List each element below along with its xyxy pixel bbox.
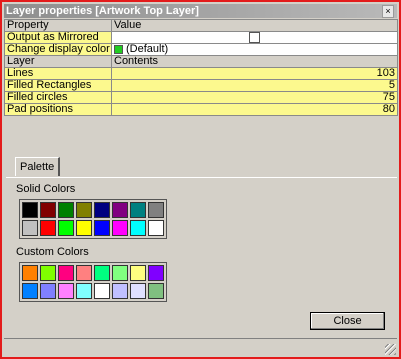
- output-mirrored-checkbox[interactable]: [249, 32, 260, 43]
- custom-color-swatch[interactable]: [130, 265, 146, 281]
- custom-color-swatch[interactable]: [76, 265, 92, 281]
- layer-row-filled-circles[interactable]: Filled circles 75: [4, 91, 398, 105]
- solid-color-swatch[interactable]: [112, 202, 128, 218]
- layer-row-count: 80: [111, 103, 398, 117]
- custom-color-swatch[interactable]: [94, 265, 110, 281]
- custom-color-swatch[interactable]: [22, 265, 38, 281]
- custom-color-swatch[interactable]: [112, 265, 128, 281]
- layer-column-header: Layer: [4, 55, 112, 69]
- custom-color-swatch[interactable]: [58, 283, 74, 299]
- display-color-label: Change display color: [4, 43, 112, 57]
- layer-row-count: 5: [111, 79, 398, 93]
- output-mirrored-row[interactable]: Output as Mirrored: [4, 30, 398, 45]
- custom-color-swatch[interactable]: [40, 283, 56, 299]
- custom-color-swatch[interactable]: [148, 283, 164, 299]
- layer-row-count: 103: [111, 67, 398, 81]
- custom-colors-grid: [19, 262, 167, 302]
- output-mirrored-value[interactable]: [111, 30, 398, 45]
- tab-divider: [6, 177, 397, 178]
- close-icon[interactable]: ×: [382, 5, 394, 18]
- custom-color-swatch[interactable]: [148, 265, 164, 281]
- custom-color-swatch[interactable]: [94, 283, 110, 299]
- layer-header-row: Layer Contents: [4, 55, 398, 69]
- solid-color-swatch[interactable]: [94, 220, 110, 236]
- output-mirrored-label: Output as Mirrored: [4, 30, 112, 45]
- layer-row-count: 75: [111, 91, 398, 105]
- solid-color-swatch[interactable]: [148, 202, 164, 218]
- status-bar: [4, 338, 397, 356]
- solid-color-swatch[interactable]: [130, 220, 146, 236]
- solid-color-swatch[interactable]: [112, 220, 128, 236]
- layer-row-lines[interactable]: Lines 103: [4, 67, 398, 81]
- custom-color-swatch[interactable]: [76, 283, 92, 299]
- close-button[interactable]: Close: [310, 312, 385, 330]
- display-color-text: (Default): [126, 43, 169, 56]
- solid-color-swatch[interactable]: [22, 202, 38, 218]
- property-column-header: Property: [4, 19, 112, 32]
- layer-row-filled-rectangles[interactable]: Filled Rectangles 5: [4, 79, 398, 93]
- solid-color-swatch[interactable]: [58, 220, 74, 236]
- layer-row-label: Filled Rectangles: [4, 79, 112, 93]
- title-bar[interactable]: Layer properties [Artwork Top Layer] ×: [4, 4, 397, 18]
- value-column-header: Value: [111, 19, 398, 32]
- solid-color-swatch[interactable]: [148, 220, 164, 236]
- solid-colors-label: Solid Colors: [16, 183, 76, 195]
- properties-grid: Property Value Output as Mirrored Change…: [4, 19, 398, 117]
- custom-color-swatch[interactable]: [22, 283, 38, 299]
- solid-color-swatch[interactable]: [22, 220, 38, 236]
- solid-color-swatch[interactable]: [94, 202, 110, 218]
- custom-color-swatch[interactable]: [40, 265, 56, 281]
- display-color-value[interactable]: (Default): [111, 43, 398, 57]
- layer-row-pad-positions[interactable]: Pad positions 80: [4, 103, 398, 117]
- resize-grip-icon[interactable]: [385, 344, 396, 355]
- solid-color-swatch[interactable]: [76, 220, 92, 236]
- custom-color-swatch[interactable]: [130, 283, 146, 299]
- palette-panel: Palette Solid Colors Custom Colors: [6, 157, 397, 302]
- contents-column-header: Contents: [111, 55, 398, 69]
- window-title: Layer properties [Artwork Top Layer]: [6, 5, 199, 17]
- layer-row-label: Lines: [4, 67, 112, 81]
- solid-colors-grid: [19, 199, 167, 239]
- custom-color-swatch[interactable]: [112, 283, 128, 299]
- tab-palette[interactable]: Palette: [15, 157, 61, 176]
- custom-color-swatch[interactable]: [58, 265, 74, 281]
- display-color-swatch: [114, 45, 123, 54]
- solid-color-swatch[interactable]: [76, 202, 92, 218]
- solid-color-swatch[interactable]: [40, 202, 56, 218]
- layer-row-label: Filled circles: [4, 91, 112, 105]
- solid-color-swatch[interactable]: [58, 202, 74, 218]
- props-header-row: Property Value: [4, 19, 398, 32]
- solid-color-swatch[interactable]: [40, 220, 56, 236]
- layer-properties-dialog: Layer properties [Artwork Top Layer] × P…: [0, 0, 401, 359]
- custom-colors-label: Custom Colors: [16, 246, 89, 258]
- layer-row-label: Pad positions: [4, 103, 112, 117]
- solid-color-swatch[interactable]: [130, 202, 146, 218]
- display-color-row[interactable]: Change display color (Default): [4, 43, 398, 57]
